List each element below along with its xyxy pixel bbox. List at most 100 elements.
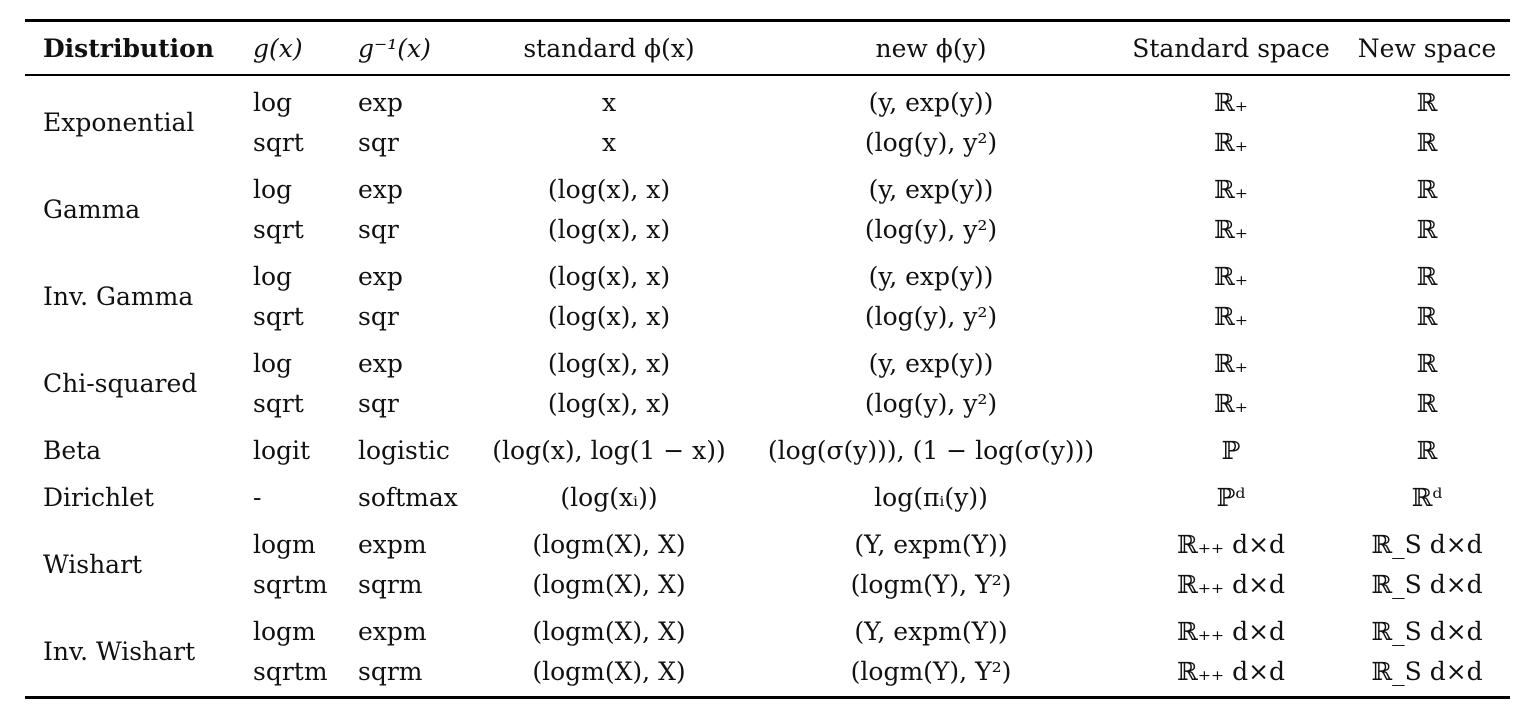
cell-ss: ℙᵈ [1216, 483, 1246, 512]
cell-ns: ℝ_S d×d [1371, 570, 1483, 599]
cell-ss: ℝ₊ [1214, 262, 1248, 291]
cell-ns: ℝ [1416, 436, 1438, 465]
top-rule [25, 19, 1510, 22]
cell-ginv: exp [358, 262, 403, 291]
cell-std: (log(x), log(1 − x)) [492, 436, 726, 465]
cell-g: log [253, 88, 293, 117]
cell-ns: ℝ [1416, 262, 1438, 291]
cell-ss: ℝ₊ [1214, 302, 1248, 331]
cell-std: (log(x), x) [547, 262, 671, 291]
cell-ss: ℝ₊₊ d×d [1176, 657, 1286, 686]
cell-std: (logm(X), X) [532, 617, 686, 646]
cell-g: log [253, 175, 293, 204]
cell-ginv: sqr [358, 389, 399, 418]
cell-ns: ℝᵈ [1411, 483, 1443, 512]
cell-g: logm [253, 530, 316, 559]
cell-g: logm [253, 617, 316, 646]
cell-new: (y, exp(y)) [868, 175, 994, 204]
cell-ginv: exp [358, 175, 403, 204]
cell-g: - [253, 483, 262, 512]
cell-new: (log(y), y²) [864, 215, 998, 244]
distribution-name: Inv. Wishart [43, 637, 196, 666]
distribution-name: Exponential [43, 108, 195, 137]
distribution-name: Wishart [43, 550, 143, 579]
cell-new: log(πᵢ(y)) [874, 483, 988, 512]
cell-g: sqrt [253, 302, 304, 331]
cell-ginv: exp [358, 88, 403, 117]
cell-new: (y, exp(y)) [868, 349, 994, 378]
cell-ginv: exp [358, 349, 403, 378]
cell-ss: ℝ₊ [1214, 215, 1248, 244]
cell-ginv: expm [358, 617, 427, 646]
distribution-name: Beta [43, 436, 102, 465]
cell-std: (log(x), x) [547, 349, 671, 378]
cell-ns: ℝ [1416, 175, 1438, 204]
cell-std: (log(x), x) [547, 215, 671, 244]
cell-ginv: sqrm [358, 570, 423, 599]
cell-new: (logm(Y), Y²) [850, 570, 1012, 599]
cell-new: (y, exp(y)) [868, 262, 994, 291]
cell-ns: ℝ_S d×d [1371, 657, 1483, 686]
cell-std: (logm(X), X) [532, 530, 686, 559]
cell-g: log [253, 262, 293, 291]
cell-ss: ℝ₊ [1214, 349, 1248, 378]
header-standard-phi: standard ϕ(x) [523, 34, 695, 63]
cell-std: (log(xᵢ)) [560, 483, 658, 512]
cell-ns: ℝ [1416, 349, 1438, 378]
cell-g: sqrt [253, 128, 304, 157]
cell-new: (log(y), y²) [864, 302, 998, 331]
distribution-name: Inv. Gamma [43, 282, 194, 311]
cell-ss: ℝ₊ [1214, 88, 1248, 117]
cell-g: sqrtm [253, 657, 328, 686]
header-new-phi: new ϕ(y) [875, 34, 987, 63]
cell-ginv: sqr [358, 302, 399, 331]
cell-g: sqrt [253, 215, 304, 244]
cell-std: (log(x), x) [547, 389, 671, 418]
cell-ss: ℝ₊ [1214, 175, 1248, 204]
header-distribution: Distribution [43, 34, 215, 63]
cell-g: sqrt [253, 389, 304, 418]
cell-new: (log(y), y²) [864, 128, 998, 157]
cell-ginv: softmax [358, 483, 458, 512]
cell-ginv: expm [358, 530, 427, 559]
cell-ss: ℝ₊ [1214, 389, 1248, 418]
cell-ns: ℝ [1416, 302, 1438, 331]
cell-ns: ℝ_S d×d [1371, 617, 1483, 646]
distribution-name: Dirichlet [43, 483, 154, 512]
cell-new: (Y, expm(Y)) [854, 617, 1008, 646]
cell-new: (y, exp(y)) [868, 88, 994, 117]
distribution-name: Gamma [43, 195, 141, 224]
cell-ginv: sqr [358, 215, 399, 244]
cell-new: (log(y), y²) [864, 389, 998, 418]
cell-std: (logm(X), X) [532, 657, 686, 686]
cell-ss: ℝ₊ [1214, 128, 1248, 157]
header-standard-space: Standard space [1132, 34, 1330, 63]
cell-ns: ℝ_S d×d [1371, 530, 1483, 559]
cell-g: sqrtm [253, 570, 328, 599]
cell-ns: ℝ [1416, 215, 1438, 244]
cell-std: (log(x), x) [547, 302, 671, 331]
cell-std: (log(x), x) [547, 175, 671, 204]
cell-ns: ℝ [1416, 128, 1438, 157]
cell-ss: ℙ [1221, 436, 1241, 465]
cell-g: log [253, 349, 293, 378]
cell-ns: ℝ [1416, 88, 1438, 117]
cell-new: (logm(Y), Y²) [850, 657, 1012, 686]
cell-ss: ℝ₊₊ d×d [1176, 570, 1286, 599]
cell-ss: ℝ₊₊ d×d [1176, 530, 1286, 559]
cell-new: (log(σ(y))), (1 − log(σ(y))) [767, 436, 1095, 465]
cell-ginv: sqr [358, 128, 399, 157]
header-ginv: g⁻¹(x) [358, 34, 431, 63]
cell-g: logit [253, 436, 311, 465]
header-new-space: New space [1357, 34, 1497, 63]
header-g: g(x) [253, 34, 303, 63]
distribution-name: Chi-squared [43, 369, 198, 398]
cell-ginv: logistic [358, 436, 450, 465]
cell-std: x [601, 128, 617, 157]
cell-std: x [601, 88, 617, 117]
cell-ginv: sqrm [358, 657, 423, 686]
cell-ss: ℝ₊₊ d×d [1176, 617, 1286, 646]
cell-new: (Y, expm(Y)) [854, 530, 1008, 559]
cell-ns: ℝ [1416, 389, 1438, 418]
header-rule [25, 74, 1510, 76]
